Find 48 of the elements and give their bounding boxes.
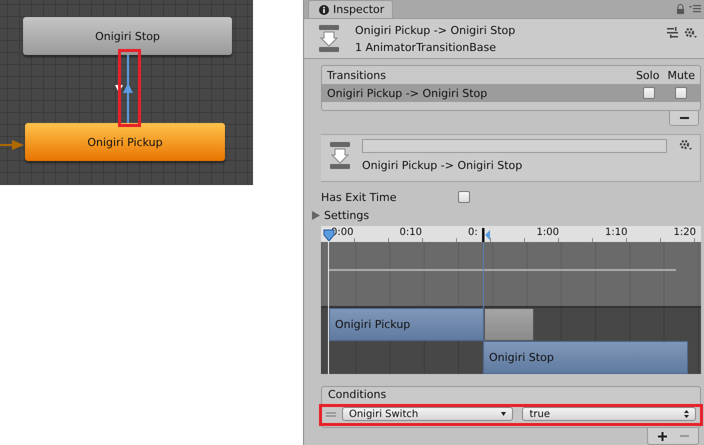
solo-checkbox[interactable] (643, 87, 655, 99)
dropdown-value: Onigiri Switch (348, 408, 418, 420)
state-node[interactable]: Onigiri Stop (23, 17, 232, 55)
time-label: 1:20 (674, 227, 696, 238)
updown-caret-icon (684, 410, 689, 418)
settings-foldout[interactable]: Settings (324, 208, 370, 222)
transition-icon (330, 142, 350, 170)
transition-row[interactable]: Onigiri Pickup -> Onigiri Stop (322, 84, 700, 102)
inspector-title: Onigiri Pickup -> Onigiri Stop (355, 24, 516, 36)
time-label: 0: (468, 227, 478, 238)
entry-arrow-icon (0, 140, 24, 150)
settings-icon[interactable] (684, 27, 697, 39)
minus-icon (680, 435, 688, 437)
plus-icon (658, 432, 666, 440)
time-label: 0:10 (400, 227, 422, 238)
transition-name: Onigiri Pickup -> Onigiri Stop (327, 86, 488, 100)
time-label: 1:00 (536, 227, 559, 238)
mute-checkbox[interactable] (675, 87, 687, 99)
inspector-subtitle: 1 AnimatorTransitionBase (355, 40, 498, 54)
transition-icon (319, 24, 339, 52)
parameter-dropdown[interactable]: Onigiri Switch (342, 407, 514, 421)
settings-icon[interactable] (679, 139, 692, 151)
state-node[interactable]: Onigiri Pickup (25, 123, 225, 161)
column-heading: Mute (667, 68, 695, 82)
list-heading: Transitions (327, 68, 387, 82)
menu-icon[interactable] (689, 5, 701, 13)
column-heading: Solo (636, 68, 660, 82)
transition-label: Onigiri Pickup -> Onigiri Stop (362, 159, 524, 172)
value-dropdown[interactable]: true (522, 407, 696, 421)
property-label: Has Exit Time (321, 190, 398, 204)
transition-arrow[interactable] (123, 55, 133, 123)
blend-region (484, 308, 534, 341)
expand-triangle-icon[interactable] (312, 210, 320, 220)
lock-icon[interactable] (676, 4, 685, 14)
clip-bar[interactable]: Onigiri Stop (483, 341, 688, 374)
remove-button[interactable] (669, 111, 699, 126)
caret-icon (501, 412, 506, 416)
list-heading: Conditions (327, 387, 388, 403)
inspector-tab[interactable]: Inspector (308, 0, 394, 18)
info-icon (319, 4, 329, 14)
clip-bar[interactable]: Onigiri Pickup (329, 308, 484, 341)
name-field[interactable] (362, 139, 667, 153)
time-label: 1:10 (605, 227, 628, 238)
dropdown-value: true (529, 408, 550, 420)
preset-icon[interactable] (667, 27, 678, 38)
exit-time-checkbox[interactable] (458, 191, 470, 203)
drag-handle-icon[interactable] (326, 412, 336, 416)
minus-icon (680, 117, 688, 119)
